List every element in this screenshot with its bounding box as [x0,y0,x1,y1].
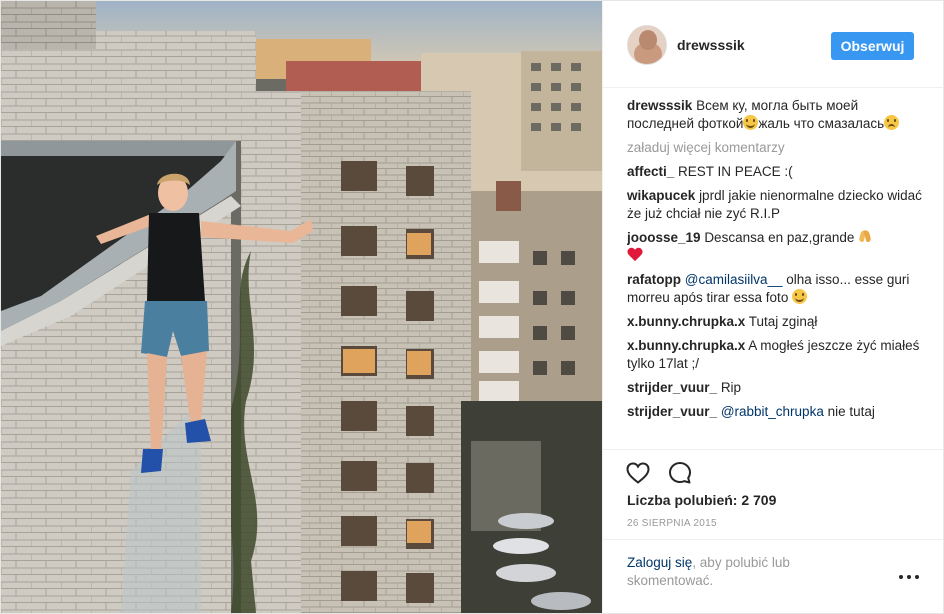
comments-list: drewsssik Всем ку, могла быть моей после… [627,97,922,445]
comment-mention[interactable]: @camilasiilva__ [685,272,783,287]
post-date: 26 SIERPNIA 2015 [627,518,717,529]
comment-text: Tutaj zginął [748,314,818,329]
avatar-image [628,26,666,64]
comment-item: affecti_ REST IN PEACE :( [627,163,922,181]
praying-hands-emoji-icon [858,229,873,244]
comment-username[interactable]: x.bunny.chrupka.x [627,338,745,353]
comment-text: Rip [720,380,742,395]
avatar[interactable] [627,25,667,65]
comment-text: nie tutaj [827,404,875,419]
comment-item: x.bunny.chrupka.x A mogłeś jeszcze żyć m… [627,337,922,373]
heart-outline-icon[interactable] [625,460,651,486]
sad-emoji-icon [884,115,900,130]
comment-username[interactable]: strijder_vuur_ [627,404,717,419]
comment-username[interactable]: wikapucek [627,188,695,203]
heart-emoji-icon [627,248,643,262]
login-link[interactable]: Zaloguj się [627,555,692,570]
caption: drewsssik Всем ку, могла быть моей после… [627,97,922,133]
login-prompt: Zaloguj się, aby polubić lub skomentować… [627,554,847,590]
comment-username[interactable]: rafatopp [627,272,681,287]
post-actions: Liczba polubień: 2 709 26 SIERPNIA 2015 [603,449,944,539]
rooftop-photo-image [1,1,602,613]
comment-item: strijder_vuur_ @rabbit_chrupka nie tutaj [627,403,922,421]
post-footer: Zaloguj się, aby polubić lub skomentować… [603,539,944,613]
caption-username[interactable]: drewsssik [627,98,692,113]
comment-username[interactable]: strijder_vuur_ [627,380,717,395]
smile-emoji-icon [792,289,808,304]
post-details-panel: drewsssik Obserwuj drewsssik Всем ку, мо… [602,1,944,613]
comment-item: rafatopp @camilasiilva__ olha isso... es… [627,271,922,307]
caption-text-part2: жаль что смазалась [758,116,885,131]
load-more-comments-link[interactable]: załaduj więcej komentarzy [627,139,922,157]
comment-username[interactable]: x.bunny.chrupka.x [627,314,745,329]
comment-item: jooosse_19 Descansa en paz,grande [627,229,922,265]
follow-button[interactable]: Obserwuj [831,32,914,60]
comment-text: Descansa en paz,grande [704,230,855,245]
likes-count[interactable]: Liczba polubień: 2 709 [627,492,776,508]
header-username[interactable]: drewsssik [677,37,745,53]
smile-emoji-icon [743,115,759,130]
post-photo[interactable] [1,1,602,613]
comment-item: wikapucek jprdl jakie nienormalne dzieck… [627,187,922,223]
more-dots-icon[interactable] [899,572,919,582]
comment-text: REST IN PEACE :( [678,164,793,179]
comment-item: strijder_vuur_ Rip [627,379,922,397]
instagram-post: drewsssik Obserwuj drewsssik Всем ку, мо… [0,0,944,614]
speech-bubble-icon[interactable] [667,460,693,486]
comment-item: x.bunny.chrupka.x Tutaj zginął [627,313,922,331]
comment-mention[interactable]: @rabbit_chrupka [721,404,824,419]
post-header: drewsssik Obserwuj [603,1,944,88]
comment-username[interactable]: affecti_ [627,164,674,179]
comment-username[interactable]: jooosse_19 [627,230,701,245]
